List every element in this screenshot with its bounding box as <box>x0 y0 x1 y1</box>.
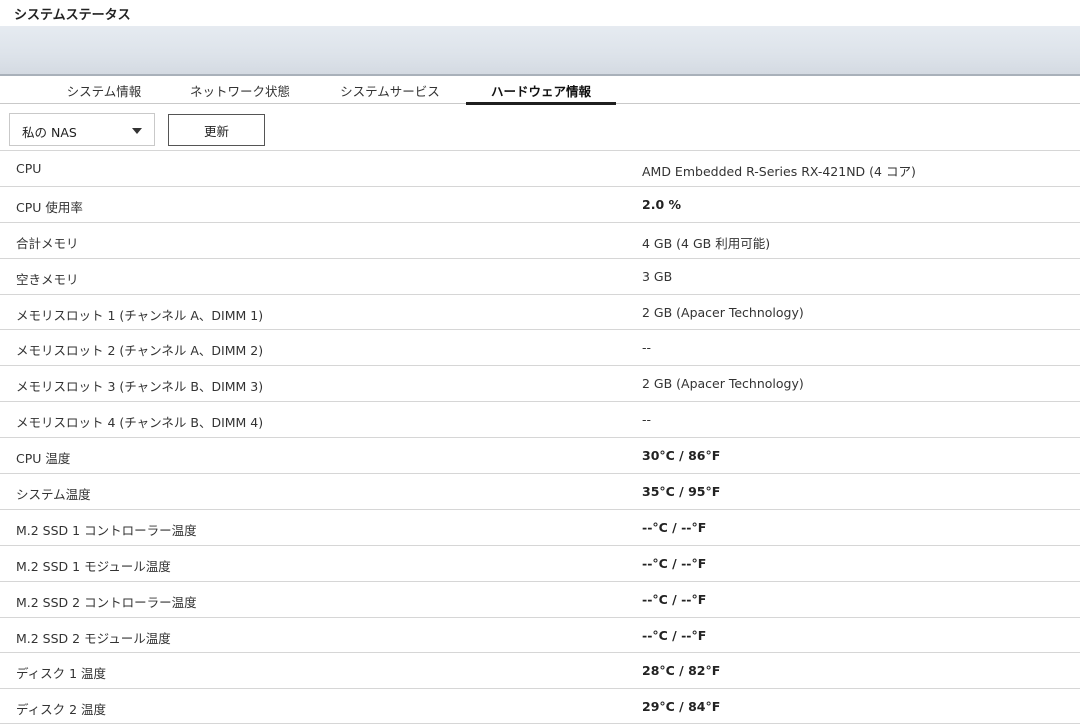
row-label: CPU 温度 <box>16 451 71 467</box>
table-row: メモリスロット 2 (チャンネル A、DIMM 2) -- <box>0 329 1080 365</box>
table-row: CPU 使用率 2.0 % <box>0 185 1080 222</box>
table-row: システム温度 35°C / 95°F <box>0 473 1080 509</box>
row-value: 35°C / 95°F <box>642 484 721 500</box>
row-label: 空きメモリ <box>16 271 79 287</box>
title-bar: システムステータス <box>0 0 1080 26</box>
table-row: メモリスロット 3 (チャンネル B、DIMM 3) 2 GB (Apacer T… <box>0 365 1080 401</box>
table-row: ディスク 1 温度 28°C / 82°F <box>0 652 1080 688</box>
table-row: 合計メモリ 4 GB (4 GB 利用可能) <box>0 221 1080 258</box>
row-value: 4 GB (4 GB 利用可能) <box>642 235 771 251</box>
table-row: メモリスロット 1 (チャンネル A、DIMM 1) 2 GB (Apacer T… <box>0 293 1080 330</box>
row-value: -- <box>642 412 652 428</box>
tab-network-status[interactable]: ネットワーク状態 <box>176 76 304 104</box>
row-value: AMD Embedded R-Series RX-421ND (4 コア) <box>642 164 916 179</box>
tab-bar: システム情報 ネットワーク状態 システムサービス ハードウェア情報 <box>0 76 1080 105</box>
row-value: 2 GB (Apacer Technology) <box>642 304 804 320</box>
table-row: M.2 SSD 2 コントローラー温度 --°C / --°F <box>0 580 1080 617</box>
table-row: 空きメモリ 3 GB <box>0 257 1080 294</box>
table-row: M.2 SSD 1 モジュール温度 --°C / --°F <box>0 544 1080 581</box>
row-value: --°C / --°F <box>642 627 707 643</box>
toolbar: 私の NAS 更新 <box>0 104 1080 150</box>
row-label: ディスク 1 温度 <box>16 666 107 682</box>
row-value: 2 GB (Apacer Technology) <box>642 376 804 392</box>
row-label: CPU 使用率 <box>16 199 83 215</box>
row-value: 30°C / 86°F <box>642 448 721 464</box>
tab-hardware-info[interactable]: ハードウェア情報 <box>466 76 616 105</box>
row-label: メモリスロット 1 (チャンネル A、DIMM 1) <box>16 307 264 323</box>
table-row: メモリスロット 4 (チャンネル B、DIMM 4) -- <box>0 401 1080 437</box>
table-row: M.2 SSD 1 コントローラー温度 --°C / --°F <box>0 508 1080 545</box>
row-label: M.2 SSD 2 コントローラー温度 <box>16 594 197 610</box>
row-value: 3 GB <box>642 268 673 284</box>
device-select[interactable]: 私の NAS <box>9 113 155 146</box>
window-title: システムステータス <box>14 8 131 23</box>
row-value: 2.0 % <box>642 196 682 212</box>
row-value: --°C / --°F <box>642 519 707 535</box>
row-label: メモリスロット 2 (チャンネル A、DIMM 2) <box>16 343 264 359</box>
table-row: CPU 温度 30°C / 86°F <box>0 437 1080 473</box>
table-row: CPU AMD Embedded R-Series RX-421ND (4 コア) <box>0 150 1080 186</box>
tab-system-services[interactable]: システムサービス <box>326 76 454 104</box>
row-value: 28°C / 82°F <box>642 663 721 679</box>
table-row: M.2 SSD 2 モジュール温度 --°C / --°F <box>0 616 1080 653</box>
tab-system-info[interactable]: システム情報 <box>48 76 160 104</box>
row-label: M.2 SSD 1 モジュール温度 <box>16 558 171 574</box>
dropdown-arrow-icon <box>132 128 142 134</box>
row-label: M.2 SSD 2 モジュール温度 <box>16 630 171 646</box>
device-select-value: 私の NAS <box>22 125 77 140</box>
row-label: メモリスロット 3 (チャンネル B、DIMM 3) <box>16 379 264 395</box>
row-label: CPU <box>16 161 42 176</box>
table-row: ディスク 2 温度 29°C / 84°F <box>0 688 1080 725</box>
row-label: M.2 SSD 1 コントローラー温度 <box>16 522 197 538</box>
row-label: 合計メモリ <box>16 235 79 251</box>
row-label: ディスク 2 温度 <box>16 702 107 718</box>
row-label: メモリスロット 4 (チャンネル B、DIMM 4) <box>16 415 264 431</box>
hardware-info-table: CPU AMD Embedded R-Series RX-421ND (4 コア)… <box>0 150 1080 725</box>
header-banner <box>0 26 1080 74</box>
row-value: --°C / --°F <box>642 591 707 607</box>
refresh-button[interactable]: 更新 <box>168 114 265 146</box>
row-value: -- <box>642 340 652 356</box>
row-value: 29°C / 84°F <box>642 699 721 715</box>
row-value: --°C / --°F <box>642 555 707 571</box>
row-label: システム温度 <box>16 487 91 503</box>
